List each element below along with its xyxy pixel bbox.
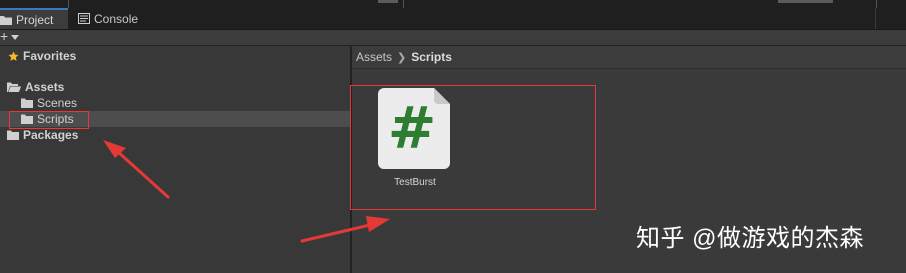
watermark: 知乎 @做游戏的杰森: [636, 225, 865, 252]
arrow-to-scripts: [103, 140, 170, 199]
project-window: Project Console + Favorites Assets Scene…: [0, 0, 906, 273]
arrow-to-asset: [300, 216, 390, 243]
